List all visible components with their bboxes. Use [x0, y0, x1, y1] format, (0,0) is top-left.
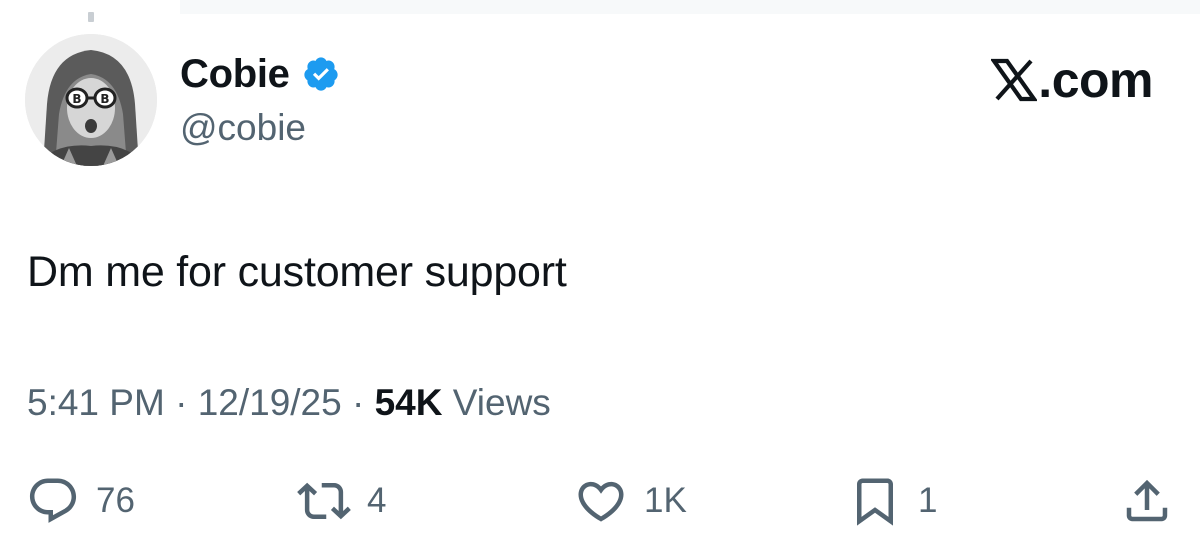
tweet-meta: 5:41 PM · 12/19/25 · 54K Views: [27, 382, 551, 424]
reply-icon: [26, 474, 80, 528]
author-handle[interactable]: @cobie: [180, 107, 306, 149]
verified-badge-icon: [302, 55, 340, 93]
top-tick-mark: [88, 12, 94, 22]
heart-icon: [574, 474, 628, 528]
avatar[interactable]: B B: [25, 34, 157, 166]
svg-text:B: B: [100, 92, 109, 106]
repost-count: 4: [367, 481, 387, 520]
share-icon: [1120, 474, 1174, 528]
repost-button[interactable]: 4: [297, 474, 386, 528]
like-count: 1K: [644, 481, 687, 520]
svg-text:B: B: [72, 92, 81, 106]
brand-watermark: .com: [990, 52, 1153, 108]
views-label: Views: [452, 382, 551, 423]
author-name[interactable]: Cobie: [180, 52, 290, 97]
bookmark-count: 1: [918, 481, 938, 520]
meta-separator: ·: [352, 382, 365, 423]
bookmark-button[interactable]: 1: [848, 474, 937, 528]
views-count: 54K: [374, 382, 443, 423]
avatar-photo-icon: B B: [25, 34, 157, 166]
like-button[interactable]: 1K: [574, 474, 687, 528]
tweet-card: B B Cobie @cobie .com Dm me for customer…: [0, 0, 1200, 546]
author-name-row: Cobie: [180, 50, 340, 98]
tweet-text: Dm me for customer support: [27, 248, 567, 296]
repost-icon: [297, 474, 351, 528]
meta-separator: ·: [175, 382, 188, 423]
share-button[interactable]: [1120, 474, 1174, 528]
tweet-date[interactable]: 12/19/25: [198, 382, 342, 423]
tweet-time[interactable]: 5:41 PM: [27, 382, 165, 423]
reply-count: 76: [96, 481, 135, 520]
bookmark-icon: [848, 474, 902, 528]
reply-button[interactable]: 76: [26, 474, 135, 528]
top-divider: [180, 0, 1200, 14]
brand-text: .com: [1038, 52, 1153, 108]
x-logo-icon: [990, 57, 1039, 103]
